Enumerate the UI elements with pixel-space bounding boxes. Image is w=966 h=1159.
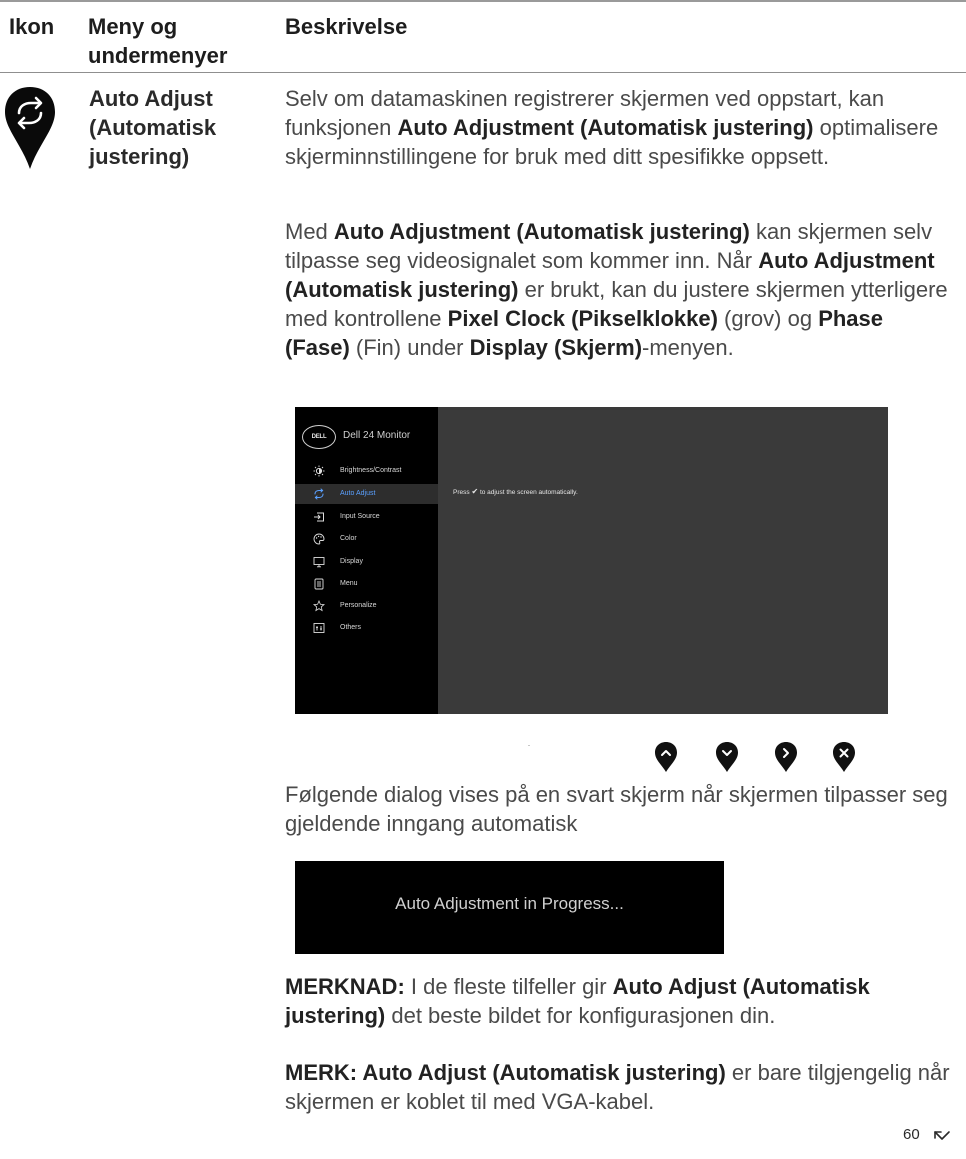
header-icon-column: Ikon: [9, 14, 55, 39]
input-source-icon: [314, 512, 324, 522]
osd-item-label: Menu: [340, 580, 358, 587]
osd-item-label: Personalize: [340, 602, 377, 609]
osd-item-label: Brightness/Contrast: [340, 467, 402, 474]
osd-item-others[interactable]: Others: [295, 618, 438, 638]
note-paragraph-2: MERK: Auto Adjust (Automatisk justering)…: [285, 1060, 950, 1114]
header-rule: [0, 72, 966, 73]
osd-item-brightness-contrast[interactable]: Brightness/Contrast: [295, 461, 438, 481]
right-icon[interactable]: [774, 741, 798, 773]
close-icon[interactable]: [832, 741, 856, 773]
dialog-text: Auto Adjustment in Progress...: [395, 894, 624, 913]
auto-adjust-icon: [314, 488, 324, 500]
page-number: 60: [903, 1126, 920, 1143]
osd-item-auto-adjust[interactable]: Auto Adjust: [295, 484, 438, 504]
menu-name: Auto Adjust (Automatisk justering): [89, 86, 217, 169]
note-paragraph: MERKNAD: I de fleste tilfeller gir Auto …: [285, 974, 870, 1028]
osd-item-label: Color: [340, 535, 357, 542]
color-palette-icon: [313, 533, 325, 545]
header-menu-column: Meny og undermenyer: [88, 14, 228, 68]
osd-sidebar: DELL Dell 24 Monitor Brightness/Contrast…: [295, 407, 438, 714]
description-paragraph-2: Med Auto Adjustment (Automatisk justerin…: [285, 219, 948, 360]
brightness-icon: [313, 465, 325, 477]
osd-item-input-source[interactable]: Input Source: [295, 507, 438, 527]
others-icon: [313, 623, 325, 633]
description-paragraph-3: Følgende dialog vises på en svart skjerm…: [285, 782, 948, 836]
osd-item-color[interactable]: Color: [295, 529, 438, 549]
osd-title: Dell 24 Monitor: [343, 430, 411, 441]
osd-item-label: Display: [340, 558, 363, 565]
osd-item-menu[interactable]: Menu: [295, 574, 438, 594]
checkmark-icon: ✔: [471, 487, 479, 496]
description-paragraph-1: Selv om datamaskinen registrerer skjerme…: [285, 86, 939, 169]
up-icon[interactable]: [654, 741, 678, 773]
display-icon: [313, 557, 325, 568]
osd-item-label: Others: [340, 624, 362, 631]
down-icon[interactable]: [715, 741, 739, 773]
osd-message: Press ✔ to adjust the screen automatical…: [453, 487, 578, 496]
top-rule: [0, 0, 966, 2]
auto-adjust-marker-icon: [2, 85, 58, 171]
osd-item-display[interactable]: Display: [295, 552, 438, 572]
osd-item-label: Input Source: [340, 513, 380, 520]
navigation-arrows-icon: [931, 1124, 953, 1146]
star-icon: [313, 600, 325, 612]
stray-dot: [528, 745, 530, 746]
menu-icon: [314, 578, 324, 590]
osd-item-label: Auto Adjust: [340, 490, 376, 497]
osd-screenshot: DELL Dell 24 Monitor Brightness/Contrast…: [295, 407, 888, 714]
auto-adjust-progress-dialog: Auto Adjustment in Progress...: [295, 861, 724, 954]
dell-logo: DELL: [302, 425, 336, 449]
header-description-column: Beskrivelse: [285, 14, 408, 39]
osd-item-personalize[interactable]: Personalize: [295, 596, 438, 616]
